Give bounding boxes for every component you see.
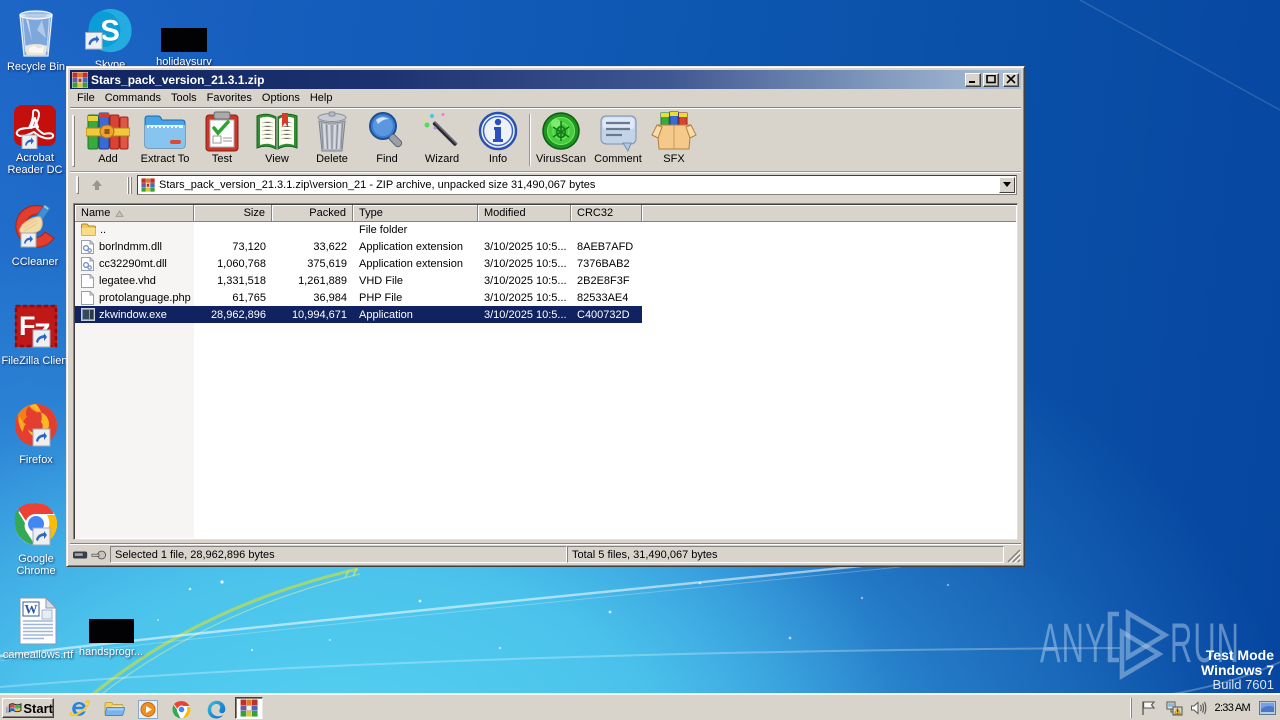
svg-text:S: S (100, 14, 120, 47)
svg-text:ANY: ANY (1040, 611, 1107, 674)
svg-text:Test Mode: Test Mode (1206, 647, 1274, 663)
svg-text:Build 7601: Build 7601 (1213, 677, 1274, 692)
svg-text:W: W (25, 602, 38, 617)
svg-text:Windows 7: Windows 7 (1201, 662, 1274, 678)
